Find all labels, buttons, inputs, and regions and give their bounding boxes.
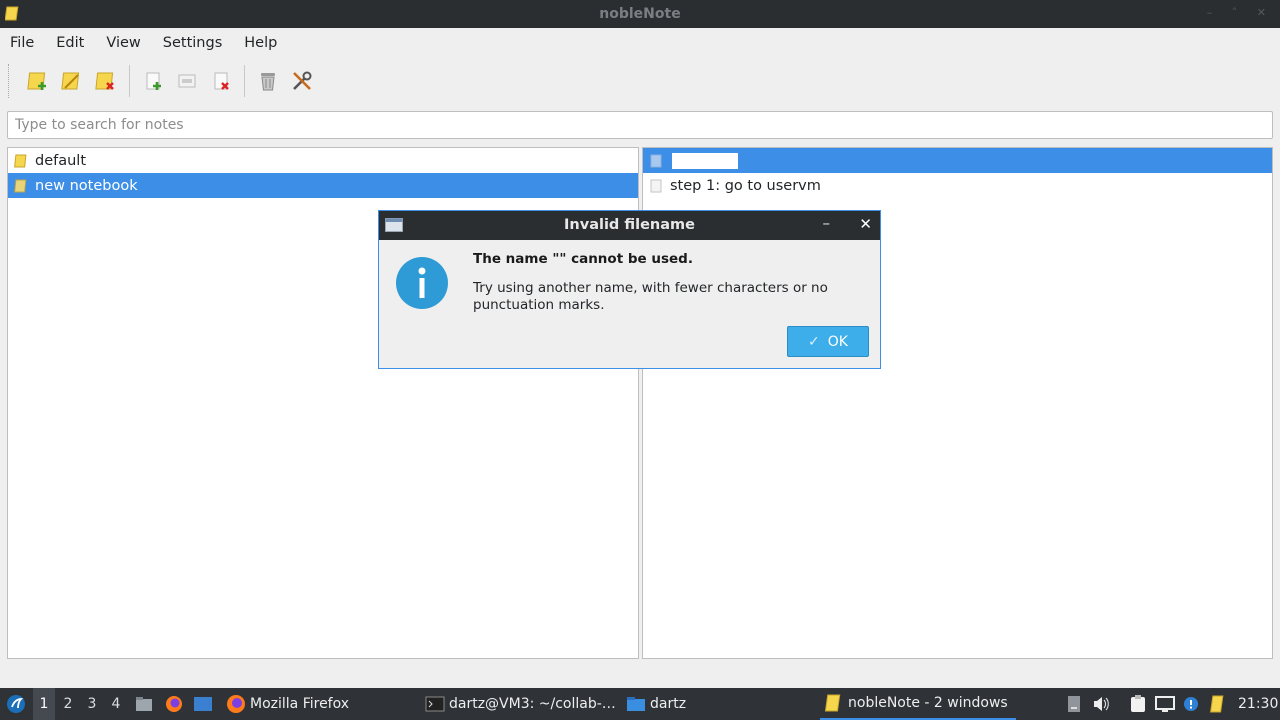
task-label: Mozilla Firefox [250, 696, 350, 712]
task-label: dartz@VM3: ~/collab-… [449, 696, 616, 712]
window-titlebar: nobleNote – ˄ ✕ [0, 0, 1280, 28]
menu-settings[interactable]: Settings [163, 35, 222, 51]
tray-volume[interactable] [1090, 688, 1112, 720]
info-icon [396, 257, 448, 309]
task-firefox[interactable]: Mozilla Firefox [222, 688, 349, 720]
note-icon [650, 179, 662, 192]
dialog-title: Invalid filename [564, 217, 695, 233]
toolbar-separator [129, 65, 130, 97]
task-folder[interactable]: dartz [622, 688, 686, 720]
window-title: nobleNote [599, 6, 681, 22]
folder-icon [627, 697, 645, 711]
rename-note-button[interactable] [173, 67, 201, 95]
notebook-item-default[interactable]: default [8, 148, 638, 173]
rename-notebook-icon [61, 72, 80, 90]
rename-note-icon [178, 74, 196, 88]
delete-notebook-icon [95, 72, 114, 90]
notebook-icon [14, 179, 27, 192]
settings-tools-icon [293, 71, 312, 90]
delete-note-button[interactable] [207, 67, 235, 95]
menubar: File Edit View Settings Help [0, 28, 1280, 58]
note-icon [650, 154, 662, 167]
task-label: dartz [650, 696, 687, 712]
notebook-label: new notebook [35, 177, 138, 194]
settings-button[interactable] [288, 67, 316, 95]
taskbar: 1 2 3 4 Mozilla Firefox dartz@VM3: ~/col… [0, 688, 1280, 720]
dialog-detail: Try using another name, with fewer chara… [473, 280, 828, 313]
checkmark-icon: ✓ [808, 333, 820, 350]
invalid-filename-dialog: Invalid filename – ✕ The name "" cannot … [378, 210, 881, 369]
task-label: nobleNote - 2 windows [848, 695, 1008, 711]
notebook-item-new-notebook[interactable]: new notebook [8, 173, 638, 198]
new-notebook-icon [27, 72, 46, 90]
file-manager-icon [136, 697, 152, 711]
display-icon [1155, 696, 1175, 712]
workspace-3[interactable]: 3 [81, 688, 103, 720]
update-notifier-icon [1184, 697, 1198, 711]
trash-button[interactable] [254, 67, 282, 95]
task-terminal[interactable]: dartz@VM3: ~/collab-… [421, 688, 616, 720]
ok-label: OK [827, 333, 848, 350]
file-manager-launcher[interactable] [133, 688, 155, 720]
rename-notebook-button[interactable] [58, 67, 86, 95]
tray-noblenote[interactable] [1207, 688, 1229, 720]
workspace-2[interactable]: 2 [57, 688, 79, 720]
start-menu-button[interactable] [4, 688, 28, 720]
notebook-icon [824, 694, 841, 712]
workspace-1[interactable]: 1 [33, 688, 55, 720]
trash-icon [261, 73, 275, 91]
search-input[interactable] [7, 111, 1273, 139]
desktop-launcher[interactable] [192, 688, 214, 720]
task-noblenote[interactable]: nobleNote - 2 windows [820, 688, 1016, 720]
dialog-heading: The name "" cannot be used. [473, 251, 693, 267]
note-label: step 1: go to uservm [670, 177, 821, 194]
delete-note-icon [214, 72, 229, 90]
tray-display[interactable] [1154, 688, 1176, 720]
firefox-icon [227, 695, 245, 713]
menu-edit[interactable]: Edit [56, 35, 84, 51]
workspace-4[interactable]: 4 [105, 688, 127, 720]
clock[interactable]: 21:30 [1238, 688, 1278, 720]
toolbar-separator [244, 65, 245, 97]
start-menu-icon [7, 695, 25, 713]
notebook-label: default [35, 152, 87, 169]
tray-updates[interactable] [1180, 688, 1202, 720]
storage-icon [1068, 696, 1080, 712]
window-controls[interactable]: – ˄ ✕ [1207, 6, 1274, 19]
close-button[interactable]: ✕ [859, 215, 872, 233]
new-note-button[interactable] [139, 67, 167, 95]
firefox-launcher[interactable] [163, 688, 185, 720]
firefox-icon [166, 696, 182, 712]
new-note-icon [146, 72, 161, 90]
note-item-editing[interactable] [643, 148, 1272, 173]
note-rename-field[interactable] [671, 151, 739, 170]
toolbar [0, 60, 1280, 102]
dialog-titlebar[interactable]: Invalid filename – ✕ [379, 211, 880, 240]
tray-storage[interactable] [1063, 688, 1085, 720]
menu-file[interactable]: File [10, 35, 34, 51]
volume-icon [1094, 697, 1109, 711]
desktop-icon [194, 697, 212, 711]
menu-help[interactable]: Help [244, 35, 277, 51]
menu-view[interactable]: View [106, 35, 140, 51]
note-item-step-1[interactable]: step 1: go to uservm [643, 173, 1272, 198]
notebook-icon [14, 154, 27, 167]
delete-notebook-button[interactable] [92, 67, 120, 95]
clipboard-icon [1131, 695, 1145, 712]
notebook-icon [1210, 695, 1224, 713]
ok-button[interactable]: ✓ OK [787, 326, 869, 357]
tray-clipboard[interactable] [1127, 688, 1149, 720]
minimize-button[interactable]: – [823, 214, 831, 232]
new-notebook-button[interactable] [24, 67, 52, 95]
terminal-icon [425, 696, 445, 712]
toolbar-grip[interactable] [8, 64, 11, 98]
